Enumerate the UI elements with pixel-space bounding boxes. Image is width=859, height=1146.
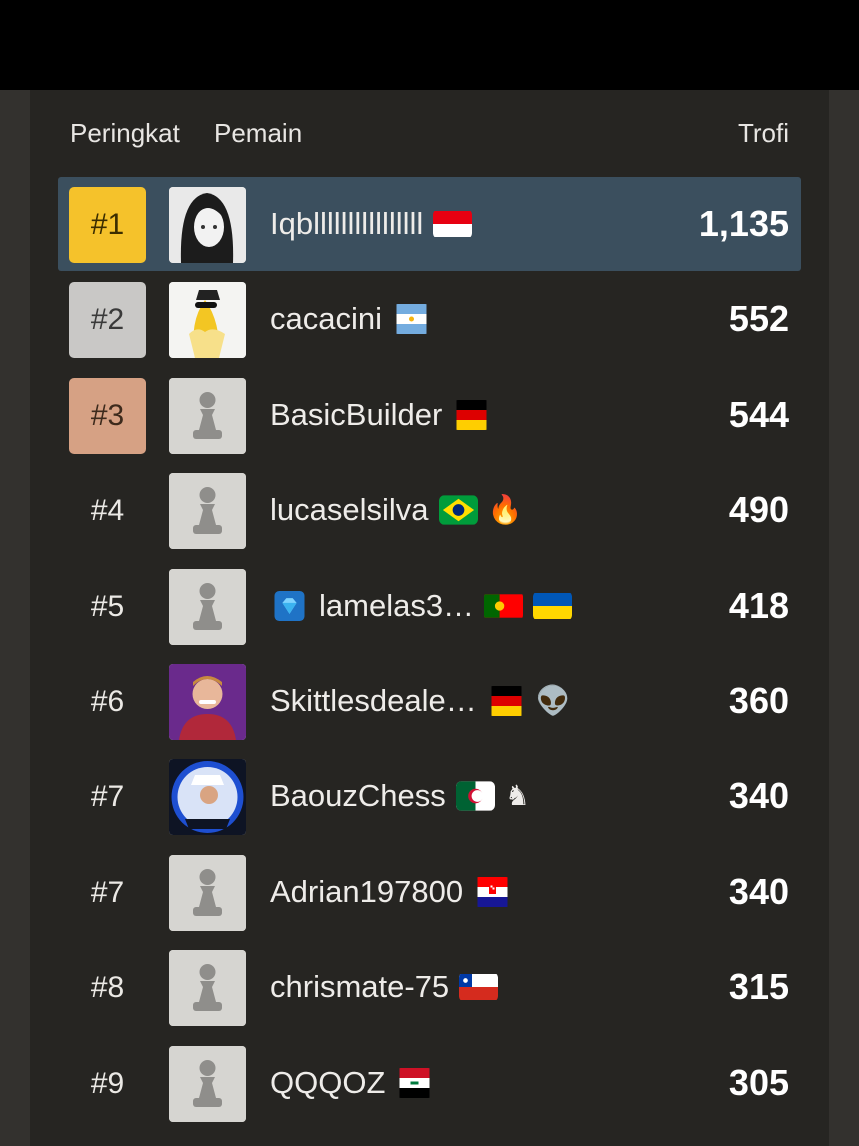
player-cell[interactable]: Iqbllllllllllllllll (270, 177, 473, 271)
chile-flag (459, 972, 499, 1002)
croatia-flag (473, 876, 512, 907)
iraq-flag (395, 1067, 434, 1098)
rank-badge: #5 (90, 589, 125, 623)
trophy-count: 544 (728, 393, 789, 435)
player-name[interactable]: BaouzChess (270, 778, 446, 814)
player-cell[interactable]: QQQOZ (270, 1036, 434, 1130)
player-cell[interactable]: chrismate-75 (270, 940, 499, 1034)
rank-badge: #2 (69, 282, 146, 359)
trophy-count: 305 (728, 1061, 789, 1103)
player-cell[interactable]: Adrian197800 (270, 845, 512, 939)
germany-flag (452, 399, 491, 430)
player-name[interactable]: lamelas3… (319, 588, 474, 624)
player-name[interactable]: Skittlesdeale… (270, 683, 477, 719)
player-cell[interactable]: BasicBuilder (270, 368, 491, 462)
rank-column-header: Peringkat (70, 118, 180, 148)
brazil-flag (438, 495, 478, 525)
leaderboard-row[interactable]: #9 QQQOZ 305 (58, 1036, 801, 1130)
status-bar (0, 0, 859, 90)
player-name[interactable]: cacacini (270, 301, 382, 337)
diamond-member-icon (270, 590, 309, 621)
leaderboard-row[interactable]: #8 chrismate-75 315 (58, 940, 801, 1034)
player-name[interactable]: Adrian197800 (270, 874, 463, 910)
trophy-count: 340 (728, 775, 789, 817)
right-margin (829, 90, 859, 1146)
leaderboard-row[interactable]: #7 BaouzChess ♞ 340 (58, 749, 801, 843)
leaderboard-row[interactable]: #3 BasicBuilder 544 (58, 368, 801, 462)
flair-icon: 👽 (535, 685, 571, 716)
trophy-count: 1,135 (698, 203, 789, 244)
player-name[interactable]: BasicBuilder (270, 397, 442, 433)
player-cell[interactable]: cacacini (270, 272, 431, 366)
left-margin (0, 90, 30, 1146)
player-column-header: Pemain (214, 118, 303, 148)
player-cell[interactable]: lamelas3… (270, 559, 573, 653)
flair-icon: ♞ (504, 780, 530, 812)
leaderboard-row[interactable]: #5 lamelas3… 418 (58, 559, 801, 653)
rank-badge: #7 (90, 780, 125, 814)
argentina-flag (392, 304, 431, 335)
leaderboard-row[interactable]: #1 Iqbllllllllllllllll 1,135 (58, 177, 801, 271)
trophy-count: 418 (728, 584, 789, 626)
trophy-column-header: Trofi (737, 118, 789, 148)
player-cell[interactable]: Skittlesdeale… 👽 (270, 654, 571, 748)
algeria-flag (455, 781, 495, 812)
rank-badge: #3 (69, 377, 146, 454)
pawn-avatar[interactable] (169, 377, 246, 454)
rank-badge: #4 (90, 494, 125, 528)
trophy-count: 315 (728, 966, 789, 1008)
player-name[interactable]: Iqbllllllllllllllll (270, 206, 423, 242)
pawn-avatar[interactable] (169, 473, 246, 550)
banana-avatar[interactable] (169, 282, 246, 359)
player-cell[interactable]: lucaselsilva 🔥 (270, 463, 522, 557)
anime-avatar[interactable] (169, 187, 246, 263)
player-cell[interactable]: BaouzChess ♞ (270, 749, 530, 843)
player-name[interactable]: chrismate-75 (270, 969, 449, 1005)
leaderboard-row[interactable]: #6 Skittlesdeale… 👽 360 (58, 654, 801, 748)
leaderboard-row[interactable]: #2 cacacini 552 (58, 272, 801, 366)
pawn-avatar[interactable] (169, 950, 246, 1027)
ukraine-flag (533, 591, 573, 621)
player-name[interactable]: lucaselsilva (270, 492, 429, 528)
trophy-count: 340 (728, 870, 789, 912)
leaderboard-row[interactable]: #4 lucaselsilva 🔥 490 (58, 463, 801, 557)
baouz-avatar[interactable] (169, 759, 246, 836)
germany-flag (487, 686, 526, 716)
rank-badge: #7 (90, 875, 125, 909)
trophy-count: 360 (728, 680, 789, 721)
portugal-flag (484, 591, 524, 621)
rank-badge: #8 (90, 971, 125, 1005)
rank-badge: #6 (90, 685, 125, 718)
pawn-avatar[interactable] (169, 1045, 246, 1122)
trophy-count: 490 (728, 489, 789, 531)
indonesia-flag (433, 209, 473, 239)
player-name[interactable]: QQQOZ (270, 1065, 385, 1101)
rank-badge: #9 (90, 1066, 125, 1100)
pawn-avatar[interactable] (169, 854, 246, 931)
photo-avatar[interactable] (169, 664, 246, 740)
rank-badge: #1 (69, 187, 146, 263)
flair-icon: 🔥 (487, 494, 523, 526)
trophy-count: 552 (728, 298, 789, 340)
leaderboard-row[interactable]: #7 Adrian197800 340 (58, 845, 801, 939)
pawn-avatar[interactable] (169, 568, 246, 645)
